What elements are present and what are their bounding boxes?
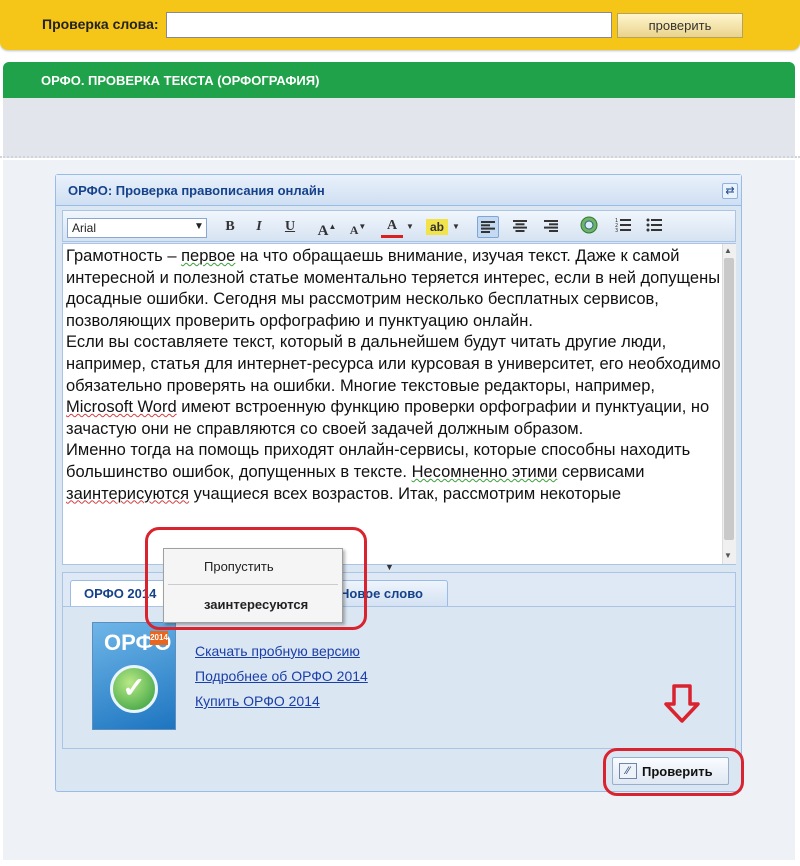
section-header: ОРФО. ПРОВЕРКА ТЕКСТА (ОРФОГРАФИЯ)	[3, 62, 795, 98]
paragraph-1: Грамотность – первое на что обращаешь вн…	[66, 246, 722, 332]
font-family-select[interactable]: Arial	[67, 218, 207, 238]
scrollbar-thumb[interactable]	[724, 258, 734, 540]
grammar-flagged-word[interactable]: первое	[181, 247, 235, 265]
chevron-down-icon: ▼	[194, 221, 204, 232]
window-title: ОРФО: Проверка правописания онлайн	[68, 183, 325, 198]
annotation-arrow-icon	[664, 684, 700, 723]
font-shrink-icon[interactable]: A▼	[347, 216, 369, 238]
align-center-icon[interactable]	[509, 216, 531, 238]
text-run: сервисами	[557, 462, 645, 481]
grammar-flagged-phrase[interactable]: Несомненно этими	[412, 463, 558, 481]
editor-text[interactable]: Грамотность – первое на что обращаешь вн…	[66, 246, 722, 505]
align-left-glyph	[481, 221, 495, 233]
spelling-flagged-word[interactable]: заинтерисуются	[66, 485, 189, 503]
underline-icon[interactable]: U	[279, 216, 301, 238]
section-title: ОРФО. ПРОВЕРКА ТЕКСТА (ОРФОГРАФИЯ)	[41, 73, 320, 88]
ordered-list-glyph: 123	[615, 218, 631, 234]
highlight-icon[interactable]: ab	[426, 219, 448, 235]
download-trial-link[interactable]: Скачать пробную версию	[195, 643, 360, 659]
font-color-icon[interactable]: A	[381, 216, 403, 238]
bullet-list-glyph	[646, 218, 662, 232]
font-grow-icon[interactable]: A▲	[316, 216, 338, 239]
align-center-glyph	[513, 220, 527, 232]
refresh-icon[interactable]: ⇄	[722, 183, 738, 199]
section-banner-area	[3, 98, 795, 158]
paragraph-2: Если вы составляете текст, который в дал…	[66, 332, 722, 440]
scroll-down-icon[interactable]: ▼	[724, 551, 732, 560]
word-check-input[interactable]	[166, 12, 612, 38]
annotation-highlight-button	[603, 748, 744, 796]
ordered-list-icon[interactable]: 123	[612, 216, 634, 238]
dotted-divider	[0, 156, 800, 158]
bullet-list-icon[interactable]	[643, 216, 665, 238]
more-info-link[interactable]: Подробнее об ОРФО 2014	[195, 668, 368, 684]
text-run: Если вы составляете текст, который в дал…	[66, 333, 721, 395]
spelling-flagged-word[interactable]: Microsoft Word	[66, 398, 177, 416]
link-icon[interactable]	[578, 216, 600, 238]
chevron-down-icon: ▼	[385, 562, 394, 572]
word-check-button[interactable]: проверить	[617, 13, 743, 38]
product-box-year: 2014	[150, 631, 168, 645]
word-check-label: Проверка слова:	[42, 16, 159, 32]
text-run: Грамотность –	[66, 247, 182, 265]
align-left-icon[interactable]	[477, 216, 499, 238]
paragraph-3: Именно тогда на помощь приходят онлайн-с…	[66, 440, 722, 505]
text-run: учащиеся всех возрастов. Итак, рассмотри…	[189, 484, 622, 503]
annotation-highlight-menu	[145, 527, 367, 630]
checkmark-icon: ✓	[110, 665, 158, 713]
italic-icon[interactable]: I	[248, 216, 270, 238]
font-grow-glyph: A	[317, 223, 329, 239]
svg-text:3: 3	[615, 228, 618, 232]
highlight-dropdown-icon[interactable]: ▼	[452, 222, 460, 231]
align-right-glyph	[544, 220, 558, 232]
bold-icon[interactable]: B	[219, 216, 241, 238]
font-color-dropdown-icon[interactable]: ▼	[406, 222, 414, 231]
align-right-icon[interactable]	[540, 216, 562, 238]
scroll-up-icon[interactable]: ▲	[724, 246, 732, 255]
buy-link[interactable]: Купить ОРФО 2014	[195, 693, 320, 709]
link-glyph	[580, 216, 598, 234]
